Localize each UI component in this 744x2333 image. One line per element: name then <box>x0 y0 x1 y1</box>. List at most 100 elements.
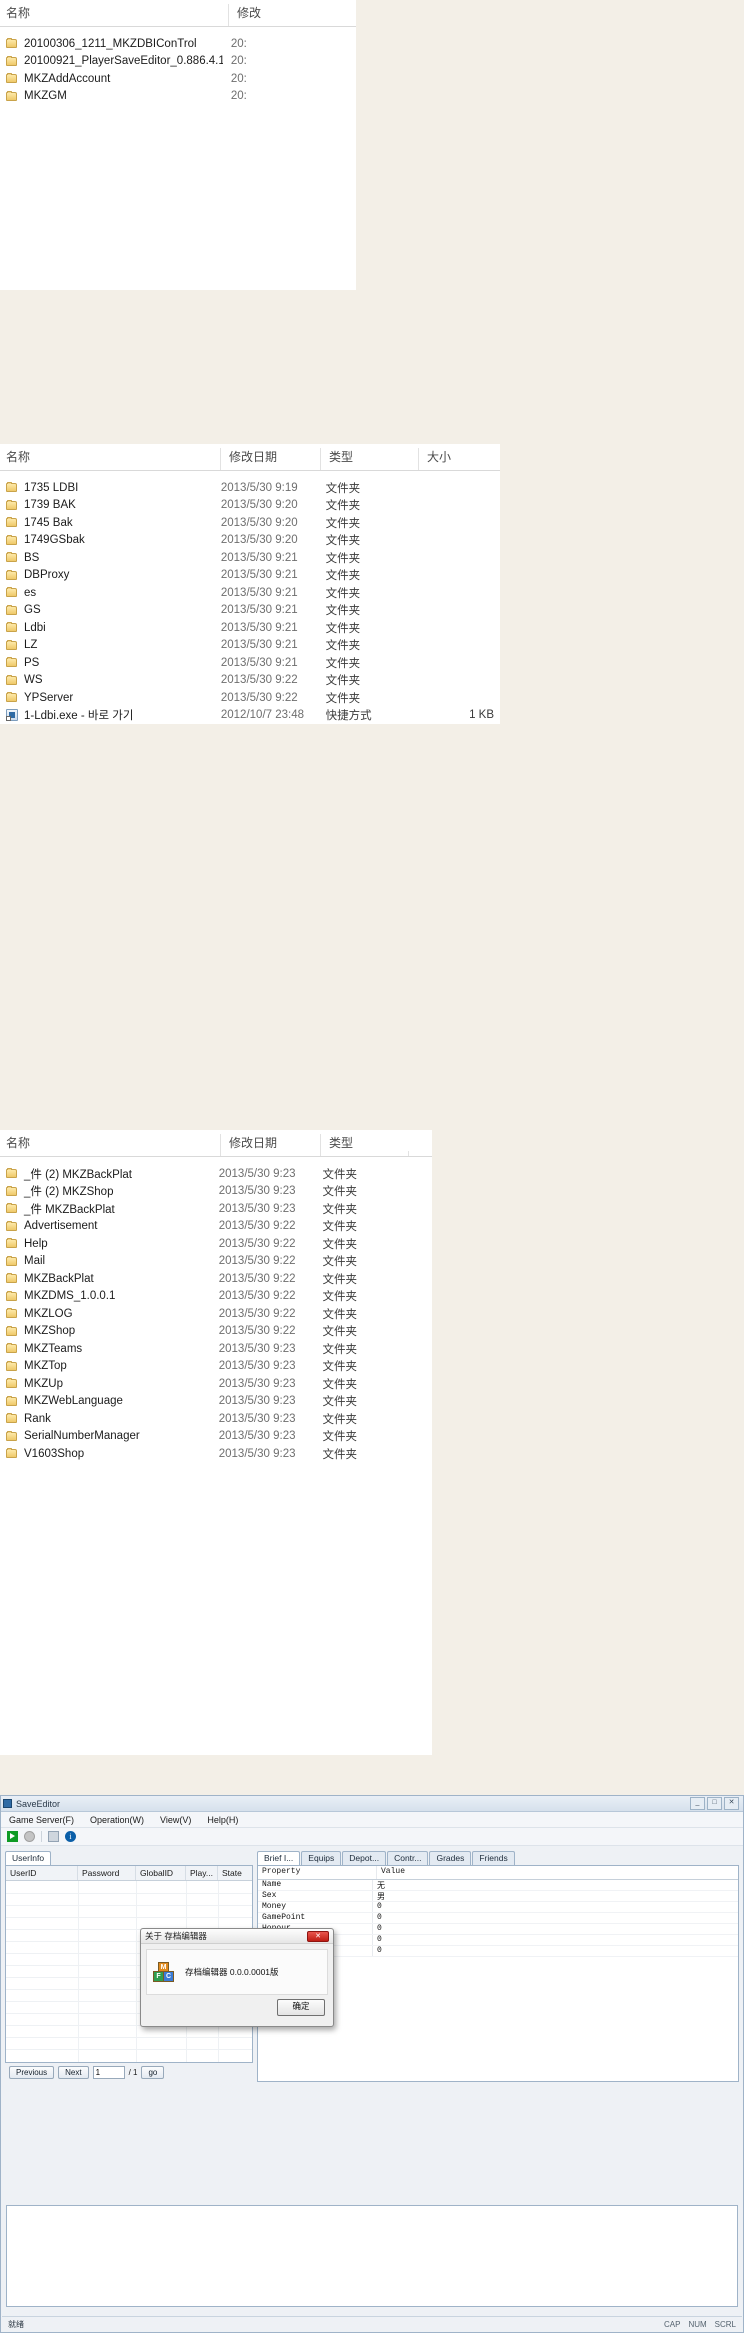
list-item[interactable]: Ldbi 2013/5/30 9:21 文件夹 <box>0 619 500 637</box>
list-item[interactable]: GS 2013/5/30 9:21 文件夹 <box>0 602 500 620</box>
list-item[interactable]: es 2013/5/30 9:21 文件夹 <box>0 584 500 602</box>
list-item[interactable]: V1603Shop 2013/5/30 9:23 文件夹 <box>0 1445 432 1463</box>
info-icon[interactable]: i <box>65 1831 76 1842</box>
tab-depot[interactable]: Depot... <box>342 1851 387 1865</box>
list-item[interactable]: LZ 2013/5/30 9:21 文件夹 <box>0 637 500 655</box>
stop-icon[interactable] <box>24 1831 35 1842</box>
list-item[interactable]: MKZGM 20: <box>0 88 356 106</box>
list-item[interactable]: MKZWebLanguage 2013/5/30 9:23 文件夹 <box>0 1393 432 1411</box>
property-value[interactable]: 0 <box>372 1935 738 1945</box>
previous-button[interactable]: Previous <box>9 2066 55 2079</box>
close-icon[interactable]: ✕ <box>307 1930 329 1942</box>
list-item[interactable]: 1745 Bak 2013/5/30 9:20 文件夹 <box>0 514 500 532</box>
col-userid[interactable]: UserID <box>6 1866 78 1880</box>
list-item[interactable]: MKZUp 2013/5/30 9:23 文件夹 <box>0 1375 432 1393</box>
tab-friends[interactable]: Friends <box>472 1851 515 1865</box>
column-header-extra[interactable] <box>408 1151 432 1156</box>
list-item[interactable]: Mail 2013/5/30 9:22 文件夹 <box>0 1253 432 1271</box>
property-row[interactable]: Sex 男 <box>258 1891 738 1902</box>
col-value[interactable]: Value <box>376 1866 738 1879</box>
shortcut-icon <box>6 709 18 722</box>
next-button[interactable]: Next <box>58 2066 89 2079</box>
folder-icon <box>6 622 18 633</box>
item-name: MKZAddAccount <box>24 72 111 85</box>
run-icon[interactable] <box>7 1831 18 1842</box>
list-item[interactable]: 20100306_1211_MKZDBIConTrol 20: <box>0 35 356 53</box>
indicator-scrl: SCRL <box>714 2319 736 2329</box>
list-item[interactable]: 1735 LDBI 2013/5/30 9:19 文件夹 <box>0 479 500 497</box>
column-header-type[interactable]: 类型 <box>320 1134 408 1156</box>
explorer-panel-bottom[interactable]: 名称 修改日期 类型 _件 (2) MKZBackPlat 2013/5/30 9… <box>0 1130 432 1755</box>
list-item[interactable]: _件 MKZBackPlat 2013/5/30 9:23 文件夹 <box>0 1200 432 1218</box>
folder-icon <box>6 1343 18 1354</box>
menu-item-view[interactable]: View(V) <box>160 1815 191 1825</box>
property-value[interactable]: 0 <box>372 1913 738 1923</box>
list-item[interactable]: PS 2013/5/30 9:21 文件夹 <box>0 654 500 672</box>
list-item[interactable]: 1749GSbak 2013/5/30 9:20 文件夹 <box>0 532 500 550</box>
column-header-name[interactable]: 名称 <box>0 1134 220 1156</box>
property-row[interactable]: GamePoint 0 <box>258 1913 738 1924</box>
col-property[interactable]: Property <box>258 1866 376 1879</box>
list-item[interactable]: SerialNumberManager 2013/5/30 9:23 文件夹 <box>0 1428 432 1446</box>
maximize-button[interactable]: □ <box>707 1797 722 1810</box>
ok-button[interactable]: 确定 <box>277 1999 325 2016</box>
property-value[interactable]: 0 <box>372 1924 738 1934</box>
dialog-titlebar[interactable]: 关于 存档编辑器 ✕ <box>141 1929 333 1944</box>
list-item[interactable]: MKZTeams 2013/5/30 9:23 文件夹 <box>0 1340 432 1358</box>
property-value[interactable]: 0 <box>372 1902 738 1912</box>
column-header-size[interactable]: 大小 <box>418 448 500 470</box>
about-dialog[interactable]: 关于 存档编辑器 ✕ MFC 存档编辑器 0.0.0.0001版 确定 <box>140 1928 334 2027</box>
property-row[interactable]: Name 无 <box>258 1880 738 1891</box>
col-globalid[interactable]: GlobalID <box>136 1866 186 1880</box>
list-item[interactable]: Rank 2013/5/30 9:23 文件夹 <box>0 1410 432 1428</box>
save-icon[interactable] <box>48 1831 59 1842</box>
page-input[interactable] <box>92 2066 125 2079</box>
item-type: 文件夹 <box>322 1413 358 1426</box>
list-item[interactable]: _件 (2) MKZBackPlat 2013/5/30 9:23 文件夹 <box>0 1165 432 1183</box>
list-item[interactable]: 1-Ldbi.exe - 바로 가기 2012/10/7 23:48 快捷方式 1 K… <box>0 707 500 725</box>
list-item[interactable]: _件 (2) MKZShop 2013/5/30 9:23 文件夹 <box>0 1183 432 1201</box>
list-item[interactable]: MKZBackPlat 2013/5/30 9:22 文件夹 <box>0 1270 432 1288</box>
column-header-type[interactable]: 类型 <box>320 448 418 470</box>
list-item[interactable]: MKZLOG 2013/5/30 9:22 文件夹 <box>0 1305 432 1323</box>
menu-item-game-server[interactable]: Game Server(F) <box>9 1815 74 1825</box>
list-item[interactable]: MKZAddAccount 20: <box>0 70 356 88</box>
property-value[interactable]: 无 <box>372 1880 738 1891</box>
property-row[interactable]: Money 0 <box>258 1902 738 1913</box>
list-item[interactable]: YPServer 2013/5/30 9:22 文件夹 <box>0 689 500 707</box>
list-item[interactable]: BS 2013/5/30 9:21 文件夹 <box>0 549 500 567</box>
column-header-modified[interactable]: 修改日期 <box>220 448 320 470</box>
list-item[interactable]: MKZDMS_1.0.0.1 2013/5/30 9:22 文件夹 <box>0 1288 432 1306</box>
tab-userinfo[interactable]: UserInfo <box>5 1851 52 1865</box>
explorer-panel-middle[interactable]: 名称 修改日期 类型 大小 1735 LDBI 2013/5/30 9:19 文件夹… <box>0 444 500 724</box>
list-item[interactable]: MKZTop 2013/5/30 9:23 文件夹 <box>0 1358 432 1376</box>
column-header-modified[interactable]: 修改 <box>228 4 356 26</box>
list-item[interactable]: 20100921_PlayerSaveEditor_0.886.4.1316 2… <box>0 53 356 71</box>
menu-item-operation[interactable]: Operation(W) <box>90 1815 144 1825</box>
column-header-modified[interactable]: 修改日期 <box>220 1134 320 1156</box>
property-value[interactable]: 0 <box>372 1946 738 1956</box>
col-play[interactable]: Play... <box>186 1866 218 1880</box>
list-item[interactable]: 1739 BAK 2013/5/30 9:20 文件夹 <box>0 497 500 515</box>
column-header-name[interactable]: 名称 <box>0 448 220 470</box>
list-item[interactable]: Help 2013/5/30 9:22 文件夹 <box>0 1235 432 1253</box>
list-item[interactable]: WS 2013/5/30 9:22 文件夹 <box>0 672 500 690</box>
tab-grades[interactable]: Grades <box>429 1851 472 1865</box>
close-button[interactable]: ✕ <box>724 1797 739 1810</box>
item-type: 文件夹 <box>322 1448 358 1461</box>
list-item[interactable]: MKZShop 2013/5/30 9:22 文件夹 <box>0 1323 432 1341</box>
property-value[interactable]: 男 <box>372 1891 738 1902</box>
column-header-name[interactable]: 名称 <box>0 4 228 26</box>
tab-contribution[interactable]: Contr... <box>387 1851 429 1865</box>
col-password[interactable]: Password <box>78 1866 136 1880</box>
list-item[interactable]: DBProxy 2013/5/30 9:21 文件夹 <box>0 567 500 585</box>
explorer-panel-top[interactable]: 名称 修改 20100306_1211_MKZDBIConTrol 20: 20… <box>0 0 356 290</box>
tab-equips[interactable]: Equips <box>301 1851 342 1865</box>
col-state[interactable]: State <box>218 1866 250 1880</box>
window-titlebar[interactable]: SaveEditor _ □ ✕ <box>1 1796 743 1812</box>
minimize-button[interactable]: _ <box>690 1797 705 1810</box>
menu-item-help[interactable]: Help(H) <box>207 1815 238 1825</box>
list-item[interactable]: Advertisement 2013/5/30 9:22 文件夹 <box>0 1218 432 1236</box>
tab-brief-info[interactable]: Brief I... <box>257 1851 301 1865</box>
go-button[interactable]: go <box>141 2066 165 2079</box>
